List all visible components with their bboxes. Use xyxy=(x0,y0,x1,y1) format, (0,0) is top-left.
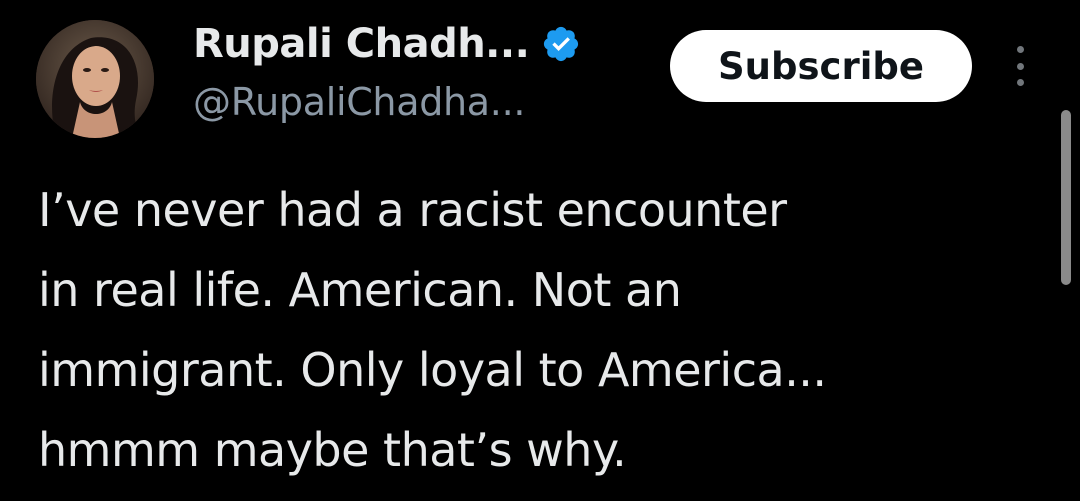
tweet-text-line: in real life. American. Not an xyxy=(38,263,682,317)
subscribe-button[interactable]: Subscribe xyxy=(670,30,972,102)
more-dot xyxy=(1016,62,1024,70)
tweet-text-line: immigrant. Only loyal to America... xyxy=(38,343,827,397)
scrollbar[interactable] xyxy=(1061,110,1071,285)
tweet-text-line: I’ve never had a racist encounter xyxy=(38,183,787,237)
more-dot xyxy=(1016,46,1024,53)
tweet-card: Rupali Chadh... @RupaliChadha... Subscri… xyxy=(0,0,1080,501)
more-dot xyxy=(1016,79,1024,86)
profile-photo-icon xyxy=(36,20,154,138)
verified-badge-icon xyxy=(544,26,579,62)
avatar[interactable] xyxy=(36,20,154,138)
author-handle[interactable]: @RupaliChadha... xyxy=(193,80,525,124)
tweet-text: I’ve never had a racist encounter in rea… xyxy=(38,170,1038,490)
author-display-name[interactable]: Rupali Chadh... xyxy=(193,21,530,67)
more-vertical-icon[interactable] xyxy=(1008,46,1032,86)
author-name-row[interactable]: Rupali Chadh... xyxy=(193,18,581,70)
tweet-text-line: hmmm maybe that’s why. xyxy=(38,423,627,477)
